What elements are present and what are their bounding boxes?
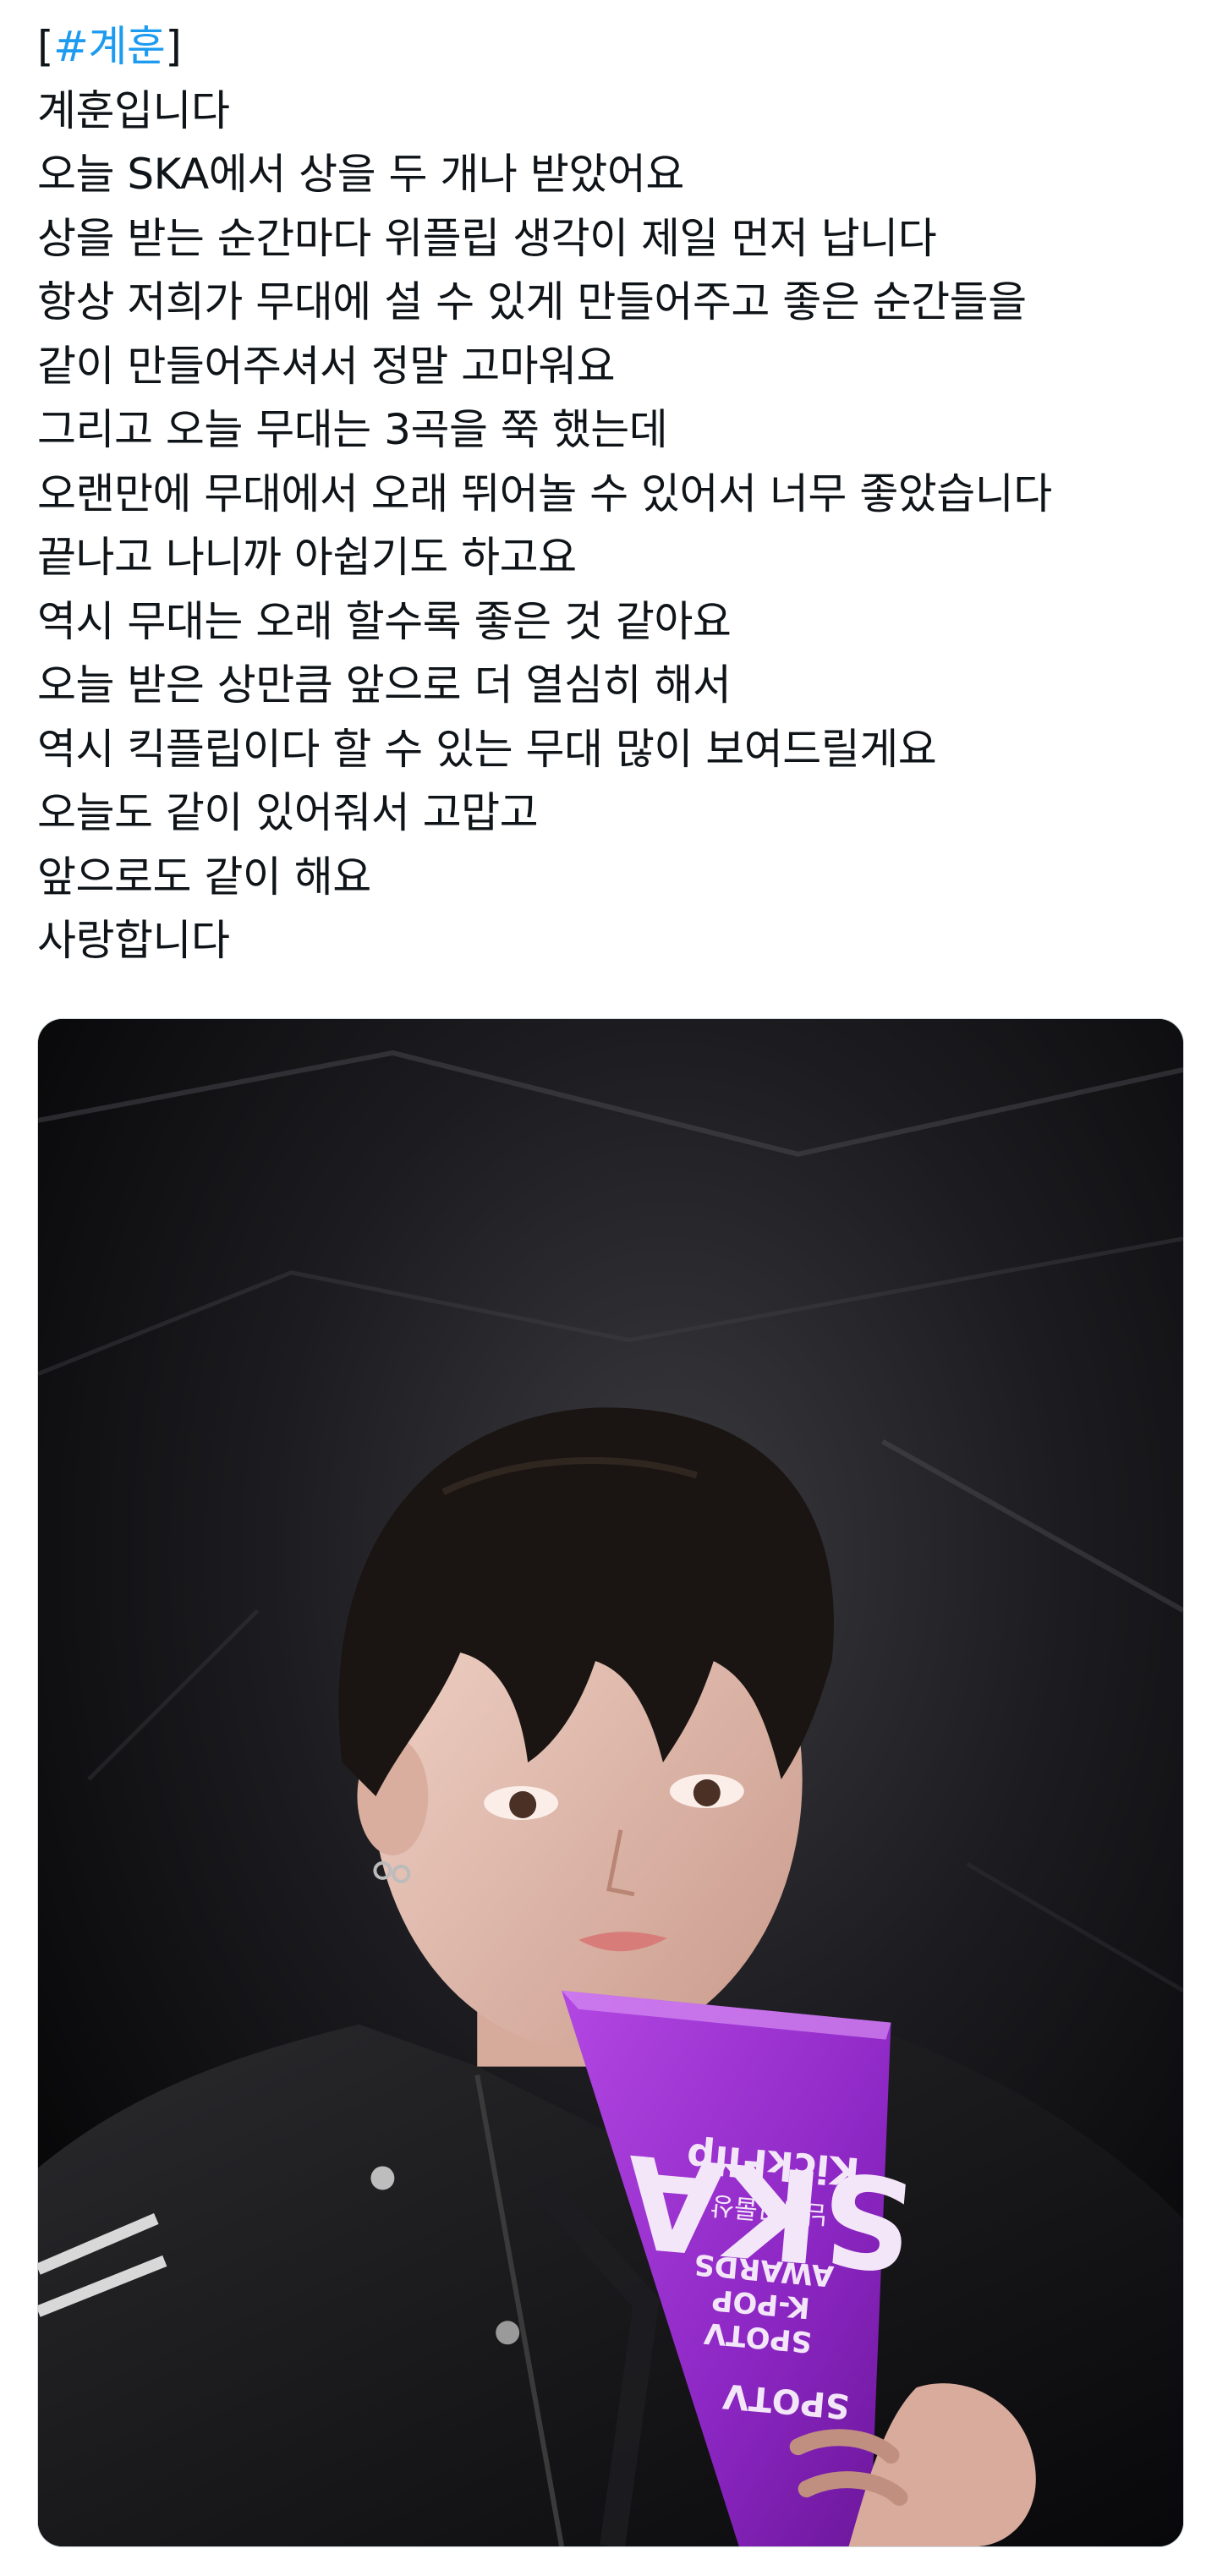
tweet-line: 계훈입니다 [37,85,230,135]
tweet-line: 항상 저희가 무대에 설 수 있게 만들어주고 좋은 순간들을 [37,277,1027,326]
hashtag-link[interactable]: #계훈 [53,22,166,71]
photo-selfie-with-trophy: SKA SPOTV K-POP AWARDS 남자그룹상 KickFlip SP… [38,1019,1183,2546]
tweet-text: [#계훈] 계훈입니다 오늘 SKA에서 상을 두 개나 받았어요 상을 받는 … [37,15,1187,973]
tweet-line: 사랑합니다 [37,916,230,965]
jacket-snap [370,2166,395,2190]
right-pupil [693,1779,721,1806]
left-pupil [509,1790,537,1818]
tweet-line: 역시 킥플립이다 할 수 있는 무대 많이 보여드릴게요 [37,724,937,774]
tweet-line: 앞으로도 같이 해요 [37,852,371,902]
hashtag-close-bracket: ] [165,22,182,71]
tweet-line: 오랜만에 무대에서 오래 뛰어놀 수 있어서 너무 좋았습니다 [37,469,1052,518]
tweet-line: 상을 받는 순간마다 위플립 생각이 제일 먼저 납니다 [37,213,937,263]
hashtag-line: [#계훈] [37,15,1187,79]
tweet-line: 그리고 오늘 무대는 3곡을 쭉 했는데 [37,405,668,454]
tweet-photo[interactable]: SKA SPOTV K-POP AWARDS 남자그룹상 KickFlip SP… [37,1018,1184,2547]
tweet-line: 역시 무대는 오래 할수록 좋은 것 같아요 [37,596,732,646]
jacket-snap [496,2321,520,2345]
tweet-line: 오늘 SKA에서 상을 두 개나 받았어요 [37,150,684,199]
tweet-line: 끝나고 나니까 아쉽기도 하고요 [37,533,577,582]
tweet-line: 오늘도 같이 있어줘서 고맙고 [37,788,539,837]
tweet-line: 오늘 받은 상만큼 앞으로 더 열심히 해서 [37,660,732,710]
hashtag-open-bracket: [ [37,22,54,71]
tweet-line: 같이 만들어주셔서 정말 고마워요 [37,341,616,391]
